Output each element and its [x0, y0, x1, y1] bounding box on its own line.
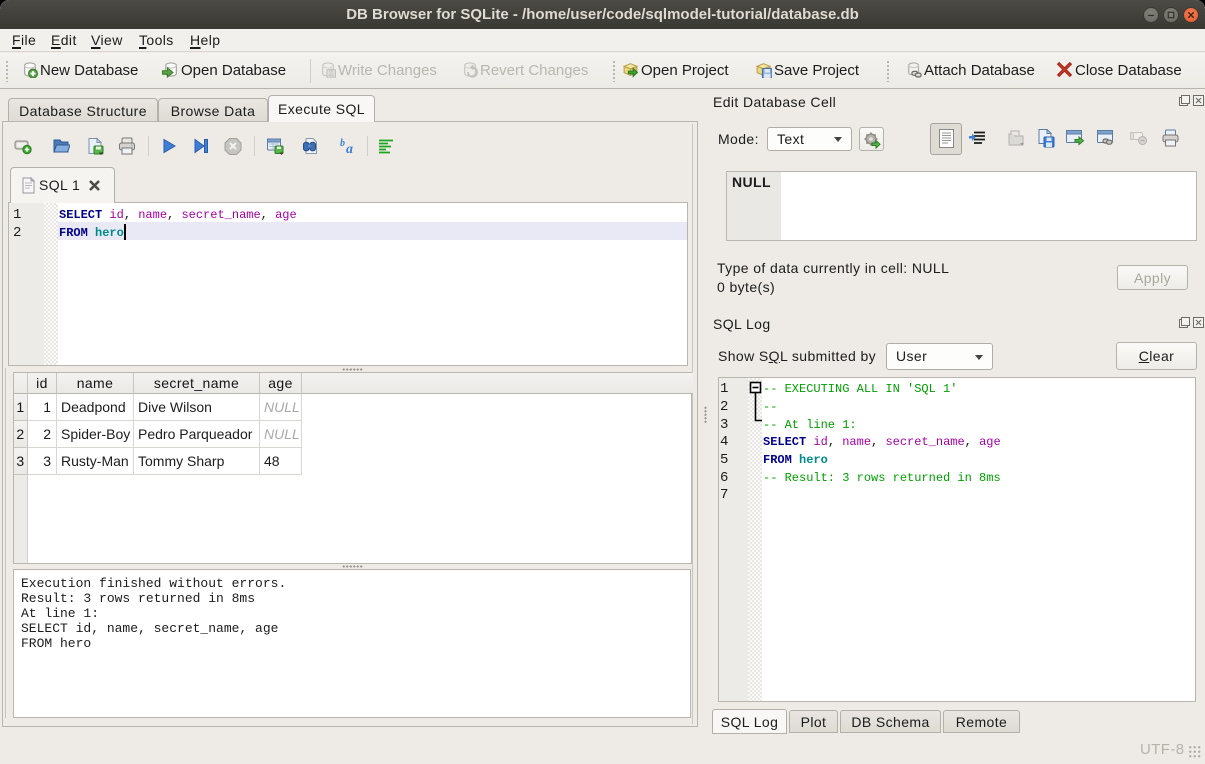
- svg-text:b: b: [340, 138, 345, 149]
- svg-text:a: a: [346, 142, 353, 155]
